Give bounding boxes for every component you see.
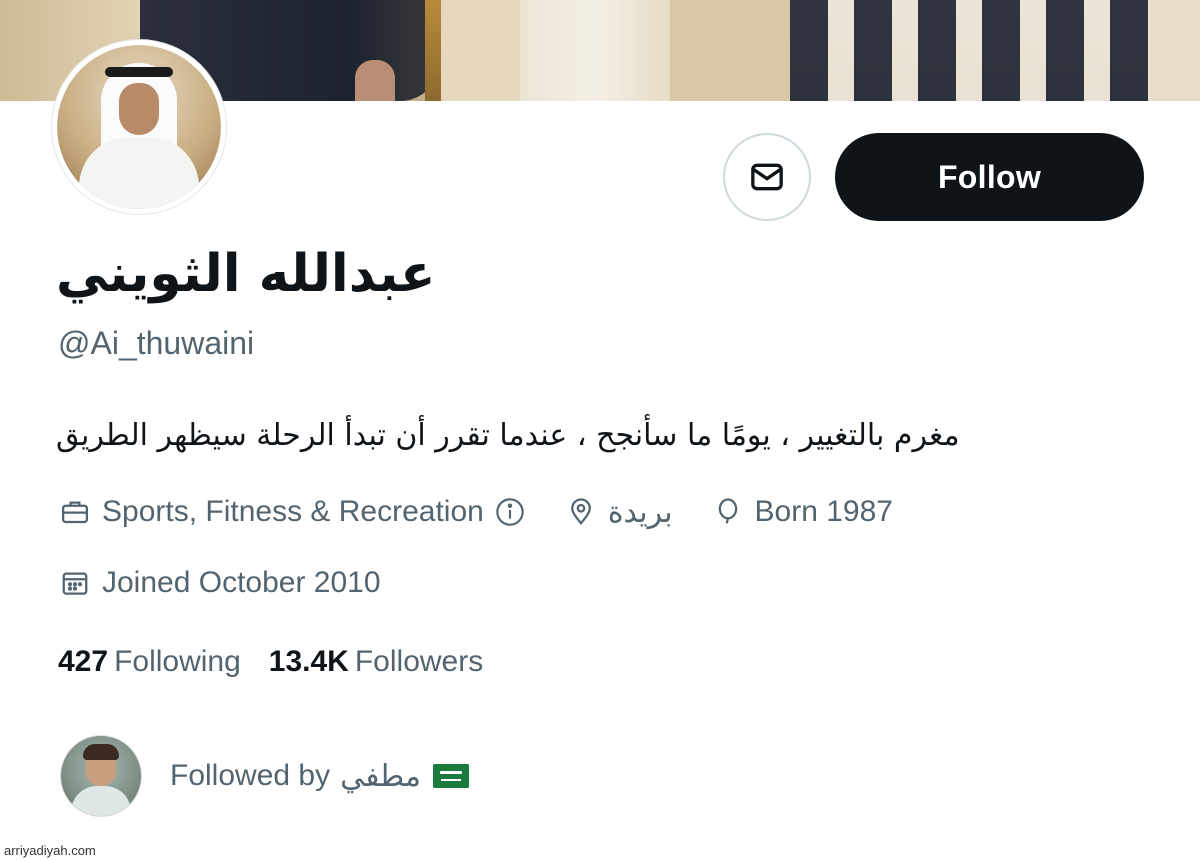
profile-meta-row: Sports, Fitness & Recreation بريدة Born … [58,492,931,532]
followers-count: 13.4K [268,645,349,678]
following-link[interactable]: 427 Following [58,645,241,679]
briefcase-icon [58,495,92,529]
followers-link[interactable]: 13.4K Followers [269,645,483,679]
followed-by-row[interactable]: Followed by مطفي [60,735,469,817]
profile-bio: مغرم بالتغيير ، يومًا ما سأنجح ، عندما ت… [56,418,960,453]
saudi-flag-icon [432,764,469,788]
birth-item: Born 1987 [711,495,893,529]
follower-avatar[interactable] [60,735,142,817]
envelope-icon [751,163,783,191]
location-pin-icon [564,495,598,529]
follower-name: مطفي [340,758,421,794]
watermark: arriyadiyah.com [4,843,96,858]
category-label: Sports, Fitness & Recreation [102,495,484,528]
followed-by-prefix: Followed by [170,759,331,792]
joined-label: Joined October 2010 [102,566,381,599]
joined-item: Joined October 2010 [58,566,381,600]
location-label: بريدة [607,494,673,530]
follow-stats: 427 Following 13.4K Followers [58,645,511,679]
following-label: Following [114,645,241,678]
user-handle: @Ai_thuwaini [58,325,255,361]
birth-label: Born 1987 [754,495,893,528]
category-item: Sports, Fitness & Recreation [58,495,526,529]
profile-avatar[interactable] [52,40,226,214]
info-icon[interactable] [494,496,526,528]
message-button[interactable] [723,133,811,221]
followers-label: Followers [354,645,484,678]
balloon-icon [711,495,745,529]
following-count: 427 [58,645,109,678]
calendar-icon [58,566,92,600]
profile-page: Follow عبدالله الثويني @Ai_thuwaini مغرم… [0,0,1200,861]
followed-by-text[interactable]: Followed by مطفي [170,759,469,794]
display-name: عبدالله الثويني [56,244,436,304]
follow-button[interactable]: Follow [835,133,1144,221]
profile-meta-row-joined: Joined October 2010 [58,563,419,603]
location-item: بريدة [564,495,673,530]
